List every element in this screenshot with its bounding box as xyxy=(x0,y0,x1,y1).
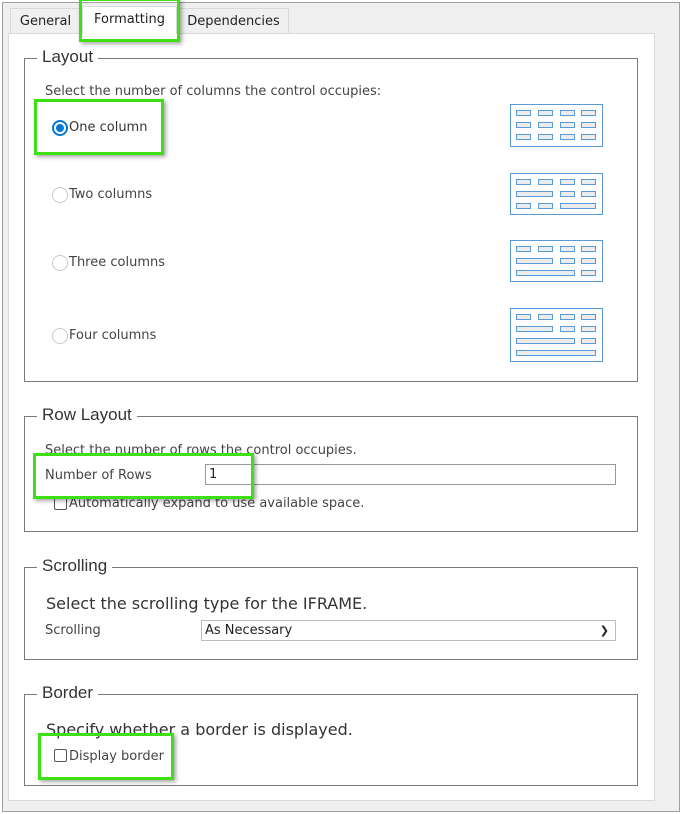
layout-icon-cell xyxy=(581,110,596,116)
layout-legend: Layout xyxy=(37,47,99,67)
layout-icon-cell xyxy=(581,134,596,140)
layout-icon-cell xyxy=(516,326,553,332)
layout-icon-cell xyxy=(581,338,596,344)
layout-icon-cell xyxy=(538,314,553,320)
layout-icon-cell xyxy=(560,246,575,252)
one-column-layout-icon xyxy=(510,104,603,147)
border-group: Border xyxy=(24,683,638,786)
layout-icon-cell xyxy=(560,110,575,116)
layout-icon-cell xyxy=(560,179,575,185)
display-border-checkbox[interactable] xyxy=(54,749,67,762)
layout-icon-cell xyxy=(560,134,575,140)
layout-icon-cell xyxy=(581,191,596,197)
border-legend: Border xyxy=(37,683,99,703)
three-columns-label[interactable]: Three columns xyxy=(69,255,165,270)
layout-icon-cell xyxy=(560,191,575,197)
layout-icon-cell xyxy=(516,110,531,116)
layout-icon-cell xyxy=(538,122,553,128)
border-instruction: Specify whether a border is displayed. xyxy=(46,720,353,739)
layout-icon-cell xyxy=(560,314,575,320)
layout-icon-cell xyxy=(516,134,531,140)
scrolling-legend: Scrolling xyxy=(37,556,113,576)
three-columns-layout-icon xyxy=(510,240,603,282)
four-columns-radio[interactable] xyxy=(52,328,68,344)
layout-icon-cell xyxy=(538,179,553,185)
layout-icon-cell xyxy=(516,350,596,356)
scrolling-group: Scrolling xyxy=(24,556,638,660)
tab-formatting[interactable]: Formatting xyxy=(82,6,177,34)
layout-icon-cell xyxy=(581,122,596,128)
four-columns-layout-icon xyxy=(510,308,603,362)
number-of-rows-input[interactable]: 1 xyxy=(205,464,616,485)
layout-icon-cell xyxy=(581,246,596,252)
layout-icon-cell xyxy=(516,246,531,252)
scrolling-label: Scrolling xyxy=(45,623,101,638)
layout-icon-cell xyxy=(581,326,596,332)
three-columns-radio[interactable] xyxy=(52,255,68,271)
two-columns-radio[interactable] xyxy=(52,187,68,203)
layout-icon-cell xyxy=(516,338,575,344)
layout-icon-cell xyxy=(516,203,531,209)
layout-icon-cell xyxy=(581,179,596,185)
layout-icon-cell xyxy=(516,191,553,197)
layout-icon-cell xyxy=(516,314,531,320)
layout-icon-cell xyxy=(516,122,531,128)
two-columns-label[interactable]: Two columns xyxy=(69,187,152,202)
layout-icon-cell xyxy=(560,122,575,128)
row-layout-legend: Row Layout xyxy=(37,405,137,425)
scrolling-select[interactable]: As Necessary ❯ xyxy=(201,620,616,641)
four-columns-label[interactable]: Four columns xyxy=(69,328,156,343)
layout-icon-cell xyxy=(538,134,553,140)
tab-dependencies[interactable]: Dependencies xyxy=(178,8,289,34)
layout-icon-cell xyxy=(581,314,596,320)
auto-expand-checkbox[interactable] xyxy=(54,497,67,510)
two-columns-layout-icon xyxy=(510,173,603,215)
tab-general[interactable]: General xyxy=(10,8,81,34)
layout-icon-cell xyxy=(538,246,553,252)
display-border-label[interactable]: Display border xyxy=(69,749,164,764)
layout-icon-cell xyxy=(581,258,596,264)
one-column-label[interactable]: One column xyxy=(69,120,147,135)
scrolling-instruction: Select the scrolling type for the IFRAME… xyxy=(46,594,368,613)
layout-icon-cell xyxy=(538,203,553,209)
row-layout-instruction: Select the number of rows the control oc… xyxy=(45,443,357,458)
layout-icon-cell xyxy=(560,203,596,209)
layout-icon-cell xyxy=(581,270,596,276)
layout-icon-cell xyxy=(516,258,553,264)
number-of-rows-label: Number of Rows xyxy=(45,468,152,483)
auto-expand-label[interactable]: Automatically expand to use available sp… xyxy=(69,496,364,511)
scrolling-selected-value: As Necessary xyxy=(205,623,293,638)
chevron-down-icon: ❯ xyxy=(599,624,609,637)
layout-icon-cell xyxy=(560,258,575,264)
layout-icon-cell xyxy=(516,270,575,276)
one-column-radio[interactable] xyxy=(52,120,68,136)
layout-icon-cell xyxy=(560,326,575,332)
layout-instruction: Select the number of columns the control… xyxy=(45,84,382,99)
layout-icon-cell xyxy=(538,110,553,116)
layout-icon-cell xyxy=(516,179,531,185)
